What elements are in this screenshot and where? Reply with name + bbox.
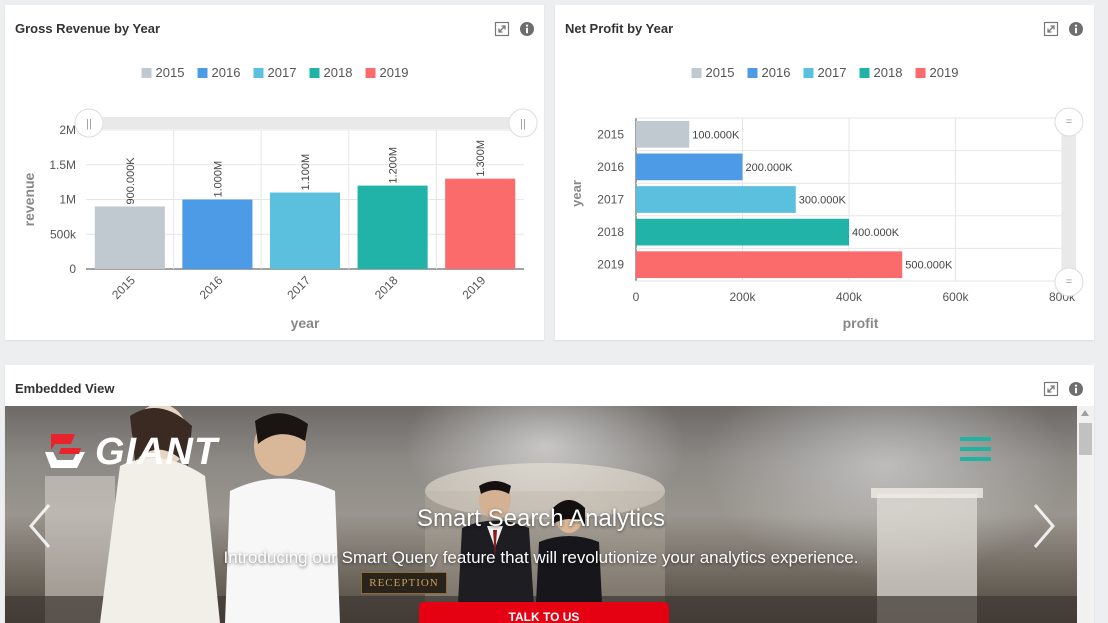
menu-hamburger-icon[interactable] — [960, 437, 991, 461]
legend-swatch — [197, 68, 208, 78]
profit-chart-panel: Net Profit by Year 2015 2016 2017 2018 2019 0… — [555, 5, 1094, 340]
range-slider-track — [86, 117, 524, 129]
embedded-web-page[interactable]: RECEPTION GIANT Smart Search Analytics I… — [5, 406, 1077, 623]
bar — [269, 192, 341, 269]
expand-icon[interactable] — [1043, 381, 1059, 397]
scroll-up-icon[interactable] — [1081, 410, 1089, 416]
hero-subtitle: Introducing our Smart Query feature that… — [223, 548, 859, 567]
giant-logo-mark-icon — [45, 434, 85, 468]
bar-value-label: 100.000K — [692, 129, 740, 141]
giant-logo-text: GIANT — [95, 431, 219, 473]
info-icon[interactable] — [1068, 381, 1084, 397]
legend-label: 2016 — [212, 65, 241, 80]
panel-header: Embedded View — [5, 365, 1094, 405]
panel-header: Net Profit by Year — [555, 5, 1094, 45]
bar — [94, 206, 165, 269]
x-tick-label: 400k — [836, 290, 863, 304]
bar — [636, 251, 903, 279]
bar-value-label: 400.000K — [852, 227, 900, 239]
talk-to-us-button[interactable]: TALK TO US — [419, 602, 669, 623]
legend-label: 2015 — [706, 65, 735, 80]
legend-label: 2018 — [324, 65, 353, 80]
bar — [636, 218, 849, 246]
hero-title: Smart Search Analytics — [416, 505, 666, 532]
y-tick-label: 2018 — [597, 225, 624, 239]
legend-swatch — [691, 68, 702, 78]
legend-swatch — [915, 68, 926, 78]
revenue-chart-panel: Gross Revenue by Year 2015 2016 2017 2018 20… — [5, 5, 544, 340]
x-tick-label: 2019 — [460, 273, 489, 302]
y-axis-title: year — [569, 180, 584, 207]
y-axis-title: revenue — [21, 172, 37, 226]
y-tick-label: 2017 — [597, 193, 624, 207]
panel-title: Gross Revenue by Year — [15, 21, 161, 36]
range-slider-grip: || — [520, 118, 526, 130]
legend-label: 2019 — [930, 65, 959, 80]
legend-label: 2015 — [156, 65, 185, 80]
legend-swatch — [859, 68, 870, 78]
bar — [636, 153, 743, 181]
x-tick-label: 2017 — [284, 273, 313, 302]
x-tick-label: 600k — [942, 290, 969, 304]
bar-value-label: 300.000K — [799, 195, 847, 207]
reception-sign: RECEPTION — [361, 572, 447, 594]
info-icon[interactable] — [1068, 21, 1084, 37]
y-tick-label: 500k — [50, 227, 77, 241]
bar-value-label: 1.000M — [212, 161, 224, 198]
bar — [636, 120, 690, 148]
bar-value-label: 200.000K — [746, 162, 794, 174]
revenue-bar-chart: 2015 2016 2017 2018 2019 0 500k 1M 1.5M 2M 900.000… — [21, 65, 538, 331]
expand-icon[interactable] — [494, 21, 510, 37]
bar-value-label: 1.200M — [388, 147, 400, 184]
bar-value-label: 1.100M — [300, 154, 312, 191]
range-slider-grip: || — [86, 118, 92, 130]
scroll-thumb[interactable] — [1079, 423, 1092, 455]
panel-header: Gross Revenue by Year — [5, 5, 544, 45]
legend-label: 2018 — [874, 65, 903, 80]
legend-label: 2017 — [818, 65, 847, 80]
legend-swatch — [747, 68, 758, 78]
y-tick-label: 0 — [69, 262, 76, 276]
y-tick-label: 2019 — [597, 258, 624, 272]
y-tick-label: 1M — [59, 193, 76, 207]
panel-title: Embedded View — [15, 381, 115, 396]
x-tick-label: 2018 — [372, 273, 401, 302]
x-tick-label: 0 — [633, 290, 640, 304]
legend-swatch — [309, 68, 320, 78]
bar-value-label: 500.000K — [905, 260, 953, 272]
panel-title: Net Profit by Year — [565, 21, 674, 36]
bar — [357, 185, 428, 269]
y-tick-label: 1.5M — [49, 158, 76, 172]
profit-bar-chart: 2015 2016 2017 2018 20190 200k 400k 600k 800k100… — [569, 65, 1084, 331]
range-slider-grip: = — [1066, 276, 1072, 288]
range-slider-track — [1062, 122, 1076, 282]
x-axis-title: year — [291, 315, 320, 331]
x-axis-title: profit — [843, 315, 879, 331]
info-icon[interactable] — [519, 21, 535, 37]
bar-value-label: 900.000K — [125, 157, 137, 205]
legend-label: 2016 — [762, 65, 791, 80]
legend-swatch — [141, 68, 152, 78]
bar — [445, 178, 516, 269]
range-slider-grip: = — [1066, 116, 1072, 128]
y-tick-label: 2015 — [597, 127, 624, 141]
legend-swatch — [253, 68, 264, 78]
y-tick-label: 2016 — [597, 160, 624, 174]
legend-swatch — [803, 68, 814, 78]
legend-swatch — [365, 68, 376, 78]
embedded-view-panel: Embedded View RECEPTION GIANT Smart Sear… — [5, 365, 1094, 623]
bar-value-label: 1.300M — [475, 140, 487, 177]
embed-scrollbar[interactable] — [1077, 406, 1094, 623]
bar — [636, 186, 796, 213]
expand-icon[interactable] — [1043, 21, 1059, 37]
x-tick-label: 2016 — [197, 273, 226, 302]
bar — [182, 199, 253, 269]
legend-label: 2017 — [268, 65, 297, 80]
legend-label: 2019 — [380, 65, 409, 80]
y-tick-label: 2M — [59, 123, 76, 137]
x-tick-label: 2015 — [109, 273, 138, 302]
giant-logo[interactable]: GIANT — [41, 430, 271, 473]
x-tick-label: 200k — [729, 290, 756, 304]
